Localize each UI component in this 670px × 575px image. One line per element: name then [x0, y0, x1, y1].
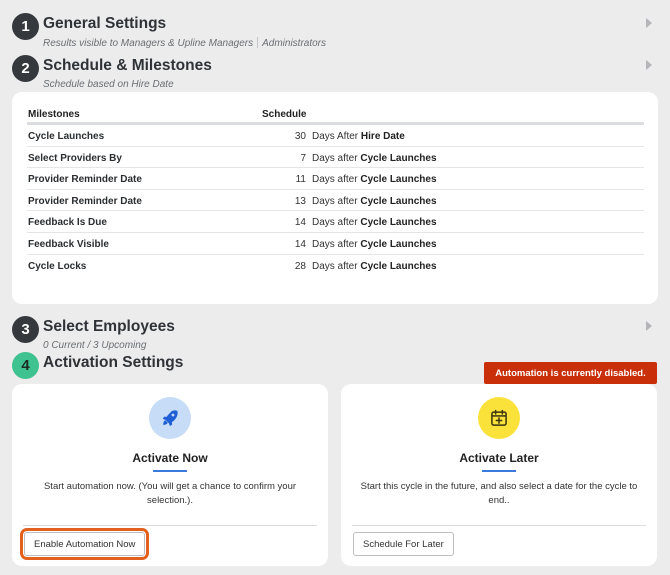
step-general-settings[interactable]: 1 General Settings Results visible to Ma… [12, 13, 658, 49]
schedule-relation: Days after Cycle Launches [312, 153, 437, 164]
divider [352, 525, 646, 526]
schedule-days: 30 [294, 131, 306, 142]
schedule-days: 14 [294, 238, 306, 250]
table-row: Select Providers By 7 Days after Cycle Lau… [27, 147, 644, 169]
step-select-employees[interactable]: 3 Select Employees 0 Current / 3 Upcomin… [12, 316, 658, 351]
schedule-reference: Hire Date [360, 131, 405, 142]
schedule-unit: Days after [312, 238, 358, 250]
activate-later-card: Activate Later Start this cycle in the f… [341, 384, 657, 566]
schedule-unit: Days after [312, 217, 358, 229]
automation-status-badge: Automation is currently disabled. [484, 362, 657, 384]
schedule-relation: Days after Cycle Launches [312, 239, 437, 250]
table-row: Provider Reminder Date 13 Days after Cycle… [27, 190, 644, 212]
schedule-days: 7 [300, 152, 306, 164]
milestone-name: Feedback Visible [28, 238, 109, 250]
step-title: Activation Settings [43, 354, 184, 371]
schedule-relation: Days after Cycle Launches [312, 174, 437, 185]
milestone-name: Feedback Is Due [28, 217, 107, 229]
card-description: Start automation now. (You will get a ch… [43, 481, 297, 506]
schedule-unit: Days After [312, 131, 359, 142]
schedule-relation: Days After Hire Date [312, 131, 405, 142]
schedule-days: 14 [294, 217, 306, 229]
rocket-icon [149, 397, 191, 439]
step-number: 3 [12, 316, 39, 343]
schedule-unit: Days after [312, 260, 358, 272]
table-row: Cycle Locks 28 Days after Cycle Launches [27, 255, 644, 277]
schedule-reference: Cycle Launches [360, 217, 437, 229]
divider [257, 37, 259, 48]
column-header-milestones: Milestones [28, 109, 80, 120]
step-title: Select Employees [43, 318, 175, 335]
activate-now-card: Activate Now Start automation now. (You … [12, 384, 328, 566]
step-number: 4 [12, 352, 39, 379]
table-row: Cycle Launches 30 Days After Hire Date [27, 125, 644, 147]
milestone-name: Select Providers By [28, 152, 122, 164]
schedule-relation: Days after Cycle Launches [312, 196, 437, 207]
table-row: Provider Reminder Date 11 Days after Cycle… [27, 168, 644, 190]
schedule-reference: Cycle Launches [360, 260, 437, 272]
milestone-name: Provider Reminder Date [28, 195, 142, 207]
milestone-name: Cycle Locks [28, 260, 87, 272]
schedule-unit: Days after [312, 174, 358, 186]
enable-automation-now-button[interactable]: Enable Automation Now [19, 528, 150, 560]
step-title: Schedule & Milestones [43, 57, 212, 74]
divider [23, 525, 317, 526]
chevron-right-icon[interactable] [646, 60, 652, 70]
table-header: Milestones Schedule [27, 102, 644, 125]
card-description: Start this cycle in the future, and also… [360, 481, 638, 506]
milestones-card: Milestones Schedule Cycle Launches 30 Days… [12, 92, 658, 304]
calendar-plus-icon [478, 397, 520, 439]
step-subtitle: Results visible to Managers & Upline Man… [43, 37, 326, 49]
schedule-days: 28 [294, 260, 306, 272]
schedule-reference: Cycle Launches [360, 152, 437, 164]
title-underline [482, 470, 516, 472]
schedule-unit: Days after [312, 152, 358, 164]
chevron-right-icon[interactable] [646, 321, 652, 331]
table-row: Feedback Is Due 14 Days after Cycle Launch… [27, 211, 644, 233]
schedule-for-later-button[interactable]: Schedule For Later [353, 532, 454, 556]
step-number: 1 [12, 13, 39, 40]
schedule-reference: Cycle Launches [360, 195, 437, 207]
schedule-days: 11 [295, 174, 306, 186]
schedule-relation: Days after Cycle Launches [312, 217, 437, 228]
card-title: Activate Later [459, 451, 539, 465]
step-title: General Settings [43, 15, 167, 32]
schedule-reference: Cycle Launches [360, 174, 437, 186]
schedule-reference: Cycle Launches [360, 238, 437, 250]
schedule-days: 13 [294, 195, 306, 207]
step-subtitle: 0 Current / 3 Upcoming [43, 340, 147, 351]
step-schedule-milestones[interactable]: 2 Schedule & Milestones Schedule based o… [12, 55, 658, 90]
visibility-text: Results visible to Managers & Upline Man… [43, 38, 254, 49]
milestones-table: Milestones Schedule Cycle Launches 30 Days… [27, 102, 644, 276]
milestone-name: Cycle Launches [28, 131, 105, 142]
column-header-schedule: Schedule [262, 109, 307, 120]
step-number: 2 [12, 55, 39, 82]
table-row: Feedback Visible 14 Days after Cycle Launc… [27, 233, 644, 255]
step-subtitle: Schedule based on Hire Date [43, 79, 174, 90]
card-title: Activate Now [132, 451, 208, 465]
visibility-text: Administrators [262, 38, 327, 49]
schedule-unit: Days after [312, 195, 358, 207]
schedule-relation: Days after Cycle Launches [312, 261, 437, 272]
title-underline [153, 470, 187, 472]
chevron-right-icon[interactable] [646, 18, 652, 28]
milestone-name: Provider Reminder Date [28, 174, 142, 186]
